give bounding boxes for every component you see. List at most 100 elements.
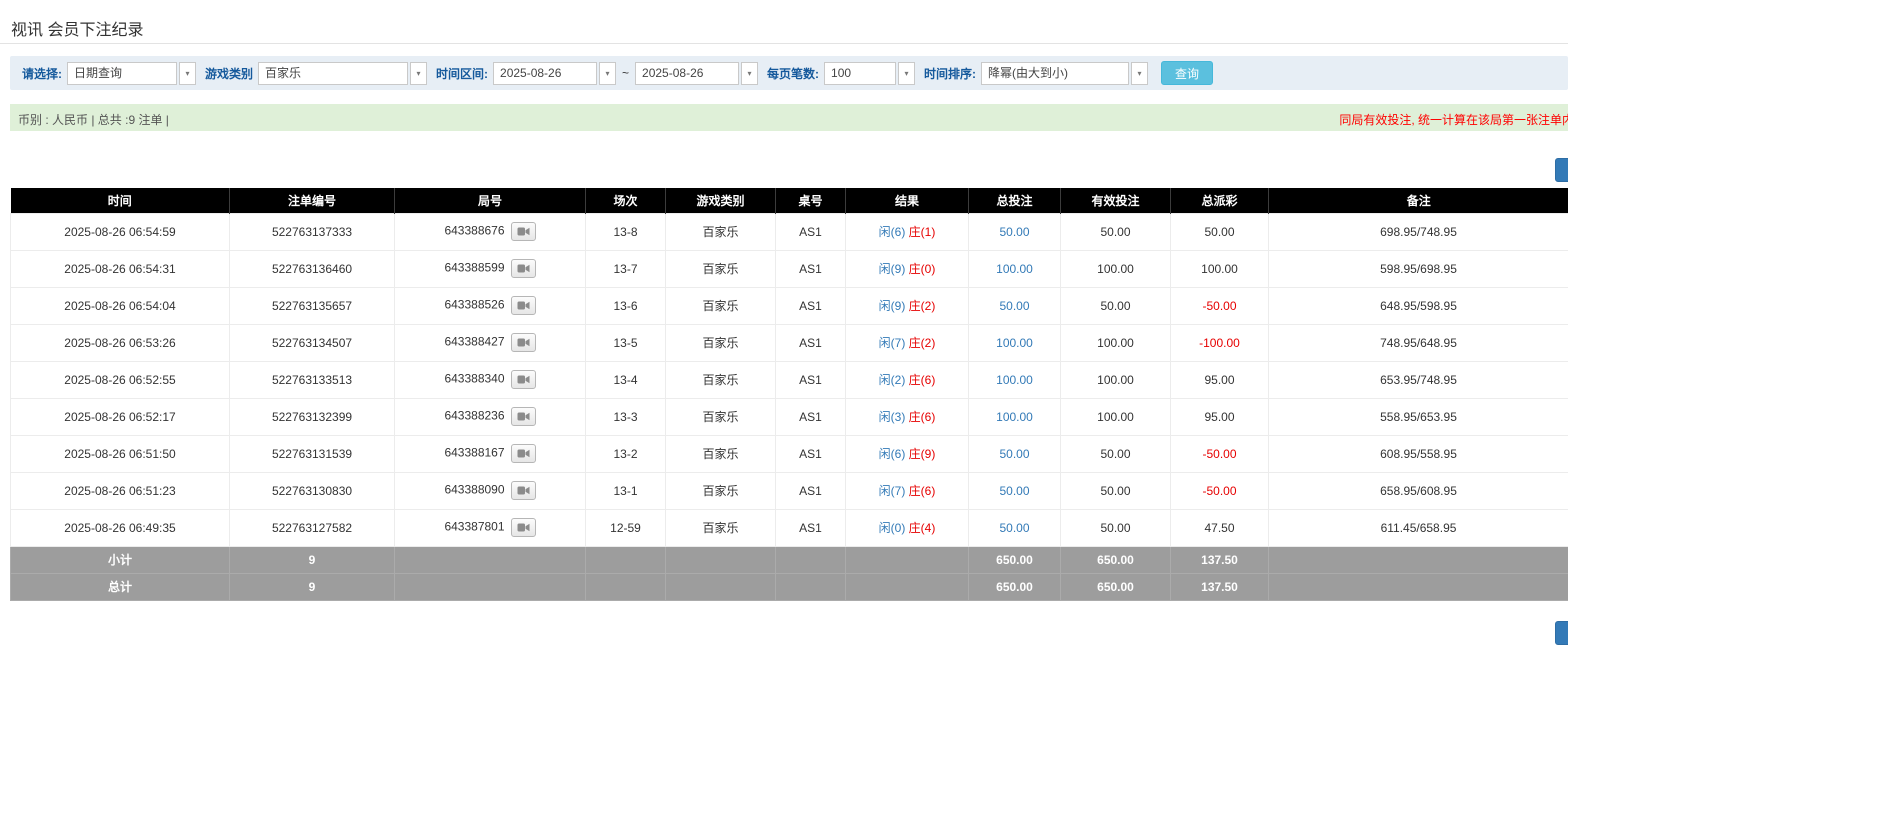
- video-camera-icon[interactable]: [511, 296, 536, 315]
- date-from-value[interactable]: 2025-08-26: [493, 62, 597, 85]
- cell-payout: -50.00: [1171, 287, 1269, 324]
- cell-session: 13-8: [586, 213, 666, 250]
- cell-table-number: AS1: [776, 287, 846, 324]
- video-camera-icon[interactable]: [511, 481, 536, 500]
- cell-bet-id: 522763136460: [230, 250, 395, 287]
- table-row: 2025-08-26 06:54:04522763135657 643388526…: [11, 287, 1569, 324]
- clipped-action-button-top[interactable]: [1555, 158, 1568, 182]
- summary-info-bar: 币别 : 人民币 | 总共 :9 注单 | 同局有效投注, 统一计算在该局第一张…: [10, 104, 1568, 131]
- result-player: 闲(2): [879, 373, 906, 387]
- cell-payout: 95.00: [1171, 361, 1269, 398]
- total-bet-link[interactable]: 50.00: [999, 484, 1029, 498]
- result-banker: 庄(1): [909, 225, 936, 239]
- cell-bet-id: 522763132399: [230, 398, 395, 435]
- total-row-cell-3: [586, 573, 666, 600]
- cell-total-bet: 50.00: [969, 472, 1061, 509]
- cell-time: 2025-08-26 06:53:26: [11, 324, 230, 361]
- round-number: 643388236: [444, 409, 504, 423]
- table-row: 2025-08-26 06:51:50522763131539643388167…: [11, 435, 1569, 472]
- chevron-down-icon[interactable]: ▾: [599, 62, 616, 85]
- result-player: 闲(0): [879, 521, 906, 535]
- video-camera-icon[interactable]: [511, 370, 536, 389]
- total-bet-link[interactable]: 100.00: [996, 336, 1033, 350]
- search-button[interactable]: 查询: [1161, 61, 1213, 85]
- video-camera-icon[interactable]: [511, 518, 536, 537]
- video-camera-icon[interactable]: [511, 259, 536, 278]
- cell-table-number: AS1: [776, 435, 846, 472]
- cell-result: 闲(6) 庄(1): [846, 213, 969, 250]
- cell-total-bet: 50.00: [969, 287, 1061, 324]
- page-size-value[interactable]: 100: [824, 62, 896, 85]
- total-bet-link[interactable]: 100.00: [996, 262, 1033, 276]
- cell-table-number: AS1: [776, 250, 846, 287]
- video-camera-icon[interactable]: [511, 407, 536, 426]
- table-row: 2025-08-26 06:49:35522763127582643387801…: [11, 509, 1569, 546]
- cell-table-number: AS1: [776, 324, 846, 361]
- cell-payout: -50.00: [1171, 435, 1269, 472]
- betting-records-table: 时间注单编号局号场次游戏类别桌号结果总投注有效投注总派彩备注 2025-08-2…: [10, 188, 1568, 601]
- cell-time: 2025-08-26 06:54:04: [11, 287, 230, 324]
- query-type-value[interactable]: 日期查询: [67, 62, 177, 85]
- cell-payout: 95.00: [1171, 398, 1269, 435]
- cell-valid-bet: 50.00: [1061, 213, 1171, 250]
- query-type-select[interactable]: 日期查询 ▾: [67, 62, 196, 85]
- result-player: 闲(6): [879, 225, 906, 239]
- cell-game-type: 百家乐: [666, 213, 776, 250]
- total-bet-link[interactable]: 50.00: [999, 225, 1029, 239]
- page-size-label: 每页笔数:: [767, 65, 819, 82]
- game-type-select[interactable]: 百家乐 ▾: [258, 62, 427, 85]
- chevron-down-icon[interactable]: ▾: [410, 62, 427, 85]
- video-camera-icon[interactable]: [511, 444, 536, 463]
- total-row-cell-6: [846, 573, 969, 600]
- result-banker: 庄(2): [909, 299, 936, 313]
- cell-payout: -50.00: [1171, 472, 1269, 509]
- round-number: 643388676: [444, 224, 504, 238]
- cell-total-bet: 50.00: [969, 509, 1061, 546]
- total-row-cell-2: [395, 573, 586, 600]
- sort-order-value[interactable]: 降幂(由大到小): [981, 62, 1129, 85]
- game-type-value[interactable]: 百家乐: [258, 62, 408, 85]
- cell-round: 643388236: [395, 398, 586, 435]
- result-banker: 庄(4): [909, 521, 936, 535]
- total-bet-link[interactable]: 50.00: [999, 521, 1029, 535]
- sort-order-select[interactable]: 降幂(由大到小) ▾: [981, 62, 1148, 85]
- cell-bet-id: 522763135657: [230, 287, 395, 324]
- video-camera-icon[interactable]: [511, 222, 536, 241]
- chevron-down-icon[interactable]: ▾: [741, 62, 758, 85]
- cell-game-type: 百家乐: [666, 361, 776, 398]
- subtotal-row-cell-9: 137.50: [1171, 546, 1269, 573]
- chevron-down-icon[interactable]: ▾: [898, 62, 915, 85]
- result-banker: 庄(2): [909, 336, 936, 350]
- date-to-select[interactable]: 2025-08-26 ▾: [635, 62, 758, 85]
- cell-bet-id: 522763127582: [230, 509, 395, 546]
- round-number: 643388526: [444, 298, 504, 312]
- page-size-select[interactable]: 100 ▾: [824, 62, 915, 85]
- cell-valid-bet: 100.00: [1061, 250, 1171, 287]
- range-separator: ~: [622, 66, 629, 80]
- total-row: 总计9650.00650.00137.50: [11, 573, 1569, 600]
- cell-game-type: 百家乐: [666, 509, 776, 546]
- cell-table-number: AS1: [776, 472, 846, 509]
- total-bet-link[interactable]: 100.00: [996, 373, 1033, 387]
- date-to-value[interactable]: 2025-08-26: [635, 62, 739, 85]
- content-viewport: 视讯 会员下注纪录 请选择: 日期查询 ▾ 游戏类别 百家乐 ▾ 时间区间: 2…: [0, 0, 1568, 826]
- total-bet-link[interactable]: 50.00: [999, 447, 1029, 461]
- chevron-down-icon[interactable]: ▾: [179, 62, 196, 85]
- video-camera-icon[interactable]: [511, 333, 536, 352]
- cell-round: 643387801: [395, 509, 586, 546]
- cell-note: 698.95/748.95: [1269, 213, 1569, 250]
- total-bet-link[interactable]: 50.00: [999, 299, 1029, 313]
- cell-total-bet: 100.00: [969, 324, 1061, 361]
- total-bet-link[interactable]: 100.00: [996, 410, 1033, 424]
- chevron-down-icon[interactable]: ▾: [1131, 62, 1148, 85]
- column-header: 场次: [586, 188, 666, 213]
- date-from-select[interactable]: 2025-08-26 ▾: [493, 62, 616, 85]
- column-header: 注单编号: [230, 188, 395, 213]
- clipped-action-button-bottom[interactable]: [1555, 621, 1568, 645]
- cell-round: 643388676: [395, 213, 586, 250]
- total-row-cell-0: 总计: [11, 573, 230, 600]
- subtotal-row-cell-4: [666, 546, 776, 573]
- query-type-label: 请选择:: [22, 65, 62, 82]
- total-row-cell-5: [776, 573, 846, 600]
- table-row: 2025-08-26 06:52:17522763132399643388236…: [11, 398, 1569, 435]
